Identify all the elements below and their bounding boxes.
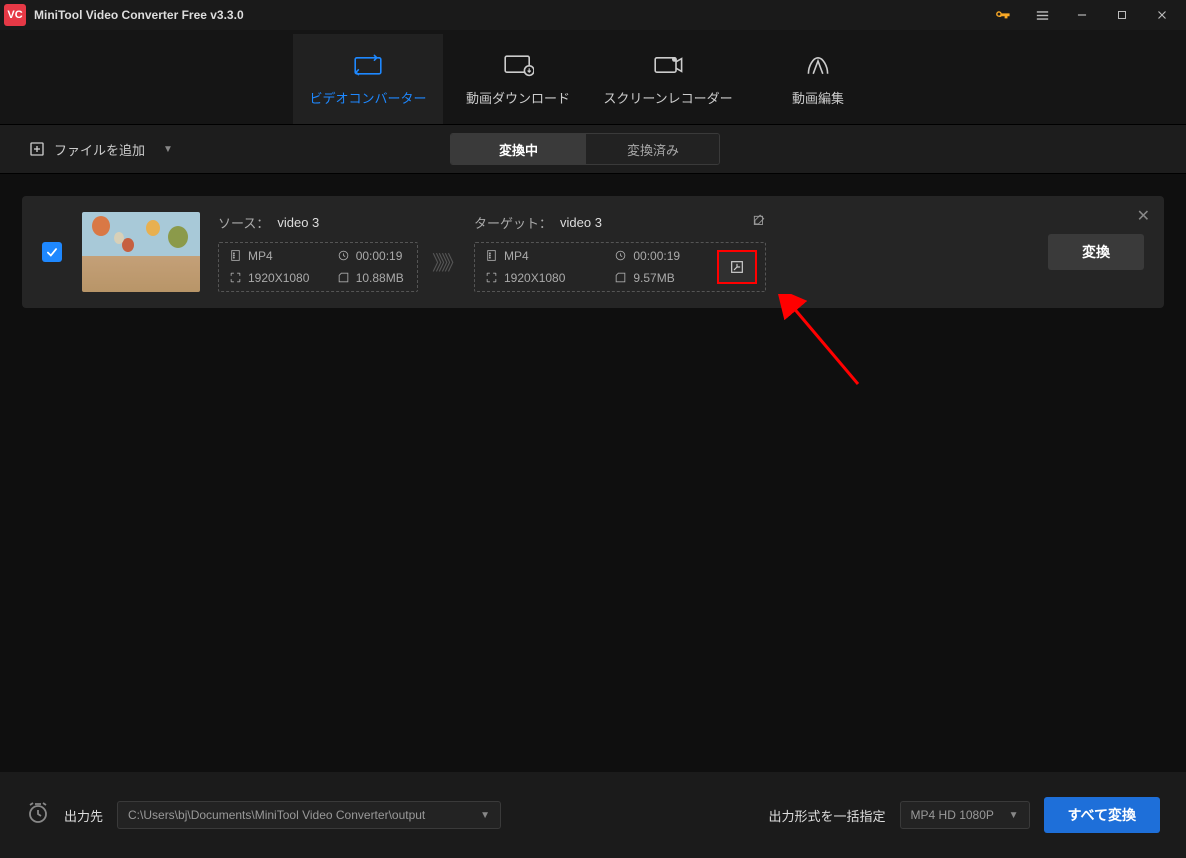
edit-target-icon[interactable] — [632, 214, 766, 231]
target-label: ターゲット： — [474, 213, 552, 232]
menu-button[interactable] — [1022, 0, 1062, 30]
output-path-select[interactable]: C:\Users\bj\Documents\MiniTool Video Con… — [117, 801, 501, 829]
target-name: video 3 — [560, 215, 602, 230]
tab-video-converter[interactable]: ビデオコンバーター — [293, 34, 443, 124]
secondary-toolbar: ファイルを追加 ▼ 変換中 変換済み — [0, 124, 1186, 174]
app-logo-text: VC — [7, 9, 22, 21]
arrow-icon: 》》》 — [432, 247, 460, 276]
add-file-label: ファイルを追加 — [54, 140, 145, 159]
main-nav: ビデオコンバーター 動画ダウンロード スクリーンレコーダー 動画編集 — [0, 30, 1186, 124]
format-label: 出力形式を一括指定 — [769, 806, 886, 825]
tab-label: 動画編集 — [792, 88, 844, 107]
titlebar: VC MiniTool Video Converter Free v3.3.0 — [0, 0, 1186, 30]
minimize-button[interactable] — [1062, 0, 1102, 30]
remove-item-button[interactable]: ✕ — [1137, 206, 1150, 226]
source-resolution: 1920X1080 — [229, 271, 313, 285]
file-list: ソース： video 3 MP4 00:00:19 1920X1080 10.8… — [0, 174, 1186, 772]
source-format: MP4 — [229, 249, 313, 263]
file-item: ソース： video 3 MP4 00:00:19 1920X1080 10.8… — [22, 196, 1164, 308]
status-segment: 変換中 変換済み — [450, 133, 720, 165]
app-title: MiniTool Video Converter Free v3.3.0 — [34, 8, 244, 22]
app-logo: VC — [4, 4, 26, 26]
target-meta-box: MP4 00:00:19 1920X1080 9.57MB — [474, 242, 766, 292]
convert-all-button[interactable]: すべて変換 — [1044, 797, 1160, 833]
tab-video-download[interactable]: 動画ダウンロード — [443, 34, 593, 124]
close-button[interactable] — [1142, 0, 1182, 30]
output-label: 出力先 — [64, 806, 103, 825]
source-name: video 3 — [277, 215, 319, 230]
chevron-down-icon[interactable]: ▼ — [163, 144, 173, 155]
maximize-button[interactable] — [1102, 0, 1142, 30]
target-info: ターゲット： video 3 MP4 00:00:19 1920X1080 9.… — [474, 213, 766, 292]
chevron-down-icon: ▼ — [480, 810, 490, 821]
target-duration: 00:00:19 — [614, 249, 705, 263]
tab-converting[interactable]: 変換中 — [451, 134, 585, 164]
item-checkbox[interactable] — [42, 242, 62, 262]
source-size: 10.88MB — [337, 271, 407, 285]
footer-bar: 出力先 C:\Users\bj\Documents\MiniTool Video… — [0, 772, 1186, 858]
compress-settings-button[interactable] — [717, 250, 757, 284]
format-select[interactable]: MP4 HD 1080P ▼ — [900, 801, 1030, 829]
target-resolution: 1920X1080 — [485, 271, 590, 285]
tab-label: スクリーンレコーダー — [603, 88, 732, 107]
chevron-down-icon: ▼ — [1009, 810, 1019, 821]
target-size: 9.57MB — [614, 271, 705, 285]
add-file-button[interactable]: ファイルを追加 ▼ — [28, 140, 173, 159]
source-info: ソース： video 3 MP4 00:00:19 1920X1080 10.8… — [218, 213, 418, 292]
source-meta-box: MP4 00:00:19 1920X1080 10.88MB — [218, 242, 418, 292]
tab-label: 動画ダウンロード — [466, 88, 570, 107]
source-label: ソース： — [218, 213, 269, 232]
schedule-icon[interactable] — [26, 801, 50, 830]
format-value: MP4 HD 1080P — [911, 808, 994, 822]
tab-converted[interactable]: 変換済み — [585, 134, 719, 164]
output-path-text: C:\Users\bj\Documents\MiniTool Video Con… — [128, 808, 425, 822]
tab-screen-recorder[interactable]: スクリーンレコーダー — [593, 34, 743, 124]
tab-video-edit[interactable]: 動画編集 — [743, 34, 893, 124]
video-thumbnail[interactable] — [82, 212, 200, 292]
convert-button[interactable]: 変換 — [1048, 234, 1144, 270]
source-duration: 00:00:19 — [337, 249, 407, 263]
target-format: MP4 — [485, 249, 590, 263]
activate-key-button[interactable] — [982, 0, 1022, 30]
tab-label: ビデオコンバーター — [309, 88, 426, 107]
